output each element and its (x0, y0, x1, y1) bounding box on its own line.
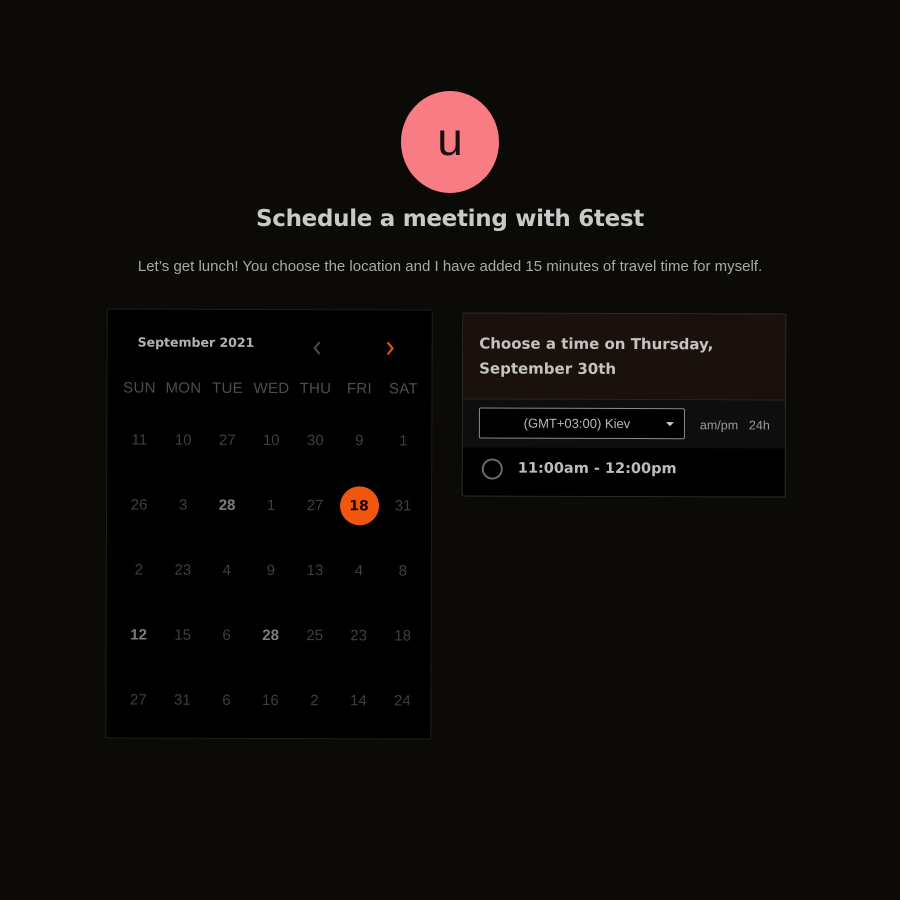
calendar-day[interactable]: 2 (292, 668, 336, 733)
format-ampm-toggle[interactable]: am/pm (700, 418, 738, 432)
calendar-day[interactable]: 24 (380, 668, 424, 733)
calendar-day[interactable]: 28 (205, 473, 249, 538)
calendar-day[interactable]: 8 (381, 538, 425, 603)
weekday-label: TUE (211, 379, 243, 397)
caret-down-icon (665, 421, 674, 426)
calendar-day-selected[interactable]: 18 (337, 473, 381, 538)
calendar-day[interactable]: 27 (293, 473, 337, 538)
time-picker-heading-line1: Choose a time on Thursday, (479, 334, 714, 354)
page-title: Schedule a meeting with 6test (255, 206, 644, 232)
calendar-day[interactable]: 28 (248, 603, 292, 668)
time-picker-header: Choose a time on Thursday, September 30t… (463, 313, 786, 401)
host-avatar: u (401, 91, 499, 193)
calendar-day[interactable]: 31 (160, 668, 204, 733)
calendar-day[interactable]: 11 (117, 407, 161, 472)
timezone-select[interactable]: (GMT+03:00) Kiev (478, 407, 685, 440)
format-24h-toggle[interactable]: 24h (749, 418, 770, 432)
calendar-day[interactable]: 27 (205, 408, 249, 473)
timezone-row: (GMT+03:00) Kiev am/pm 24h (462, 399, 786, 449)
calendar-day[interactable]: 12 (116, 602, 160, 667)
calendar-day[interactable]: 9 (249, 538, 293, 603)
chevron-left-icon[interactable] (308, 338, 328, 358)
scheduling-page: u Schedule a meeting with 6test Let’s ge… (0, 0, 900, 900)
calendar-day[interactable]: 30 (293, 408, 337, 473)
calendar-day[interactable]: 16 (248, 668, 292, 733)
calendar-weekdays: SUN MON TUE WED THU FRI SAT (117, 379, 425, 397)
timezone-value: (GMT+03:00) Kiev (523, 415, 631, 432)
time-slot-label: 11:00am - 12:00pm (517, 460, 677, 478)
calendar-month-label: September 2021 (137, 334, 255, 350)
calendar-day[interactable]: 25 (292, 603, 336, 668)
calendar-day[interactable]: 1 (249, 473, 293, 538)
weekday-label: SAT (388, 380, 418, 398)
weekday-label: MON (165, 379, 202, 397)
calendar-day[interactable]: 26 (117, 472, 161, 537)
calendar-day[interactable]: 23 (161, 538, 205, 603)
time-picker-card: Choose a time on Thursday, September 30t… (461, 312, 787, 498)
chevron-right-icon[interactable] (380, 338, 400, 358)
weekday-label: FRI (346, 380, 373, 398)
calendar-day[interactable]: 6 (204, 603, 248, 668)
calendar-day[interactable]: 13 (293, 538, 337, 603)
weekday-label: SUN (123, 379, 156, 397)
calendar-day[interactable]: 14 (336, 668, 380, 733)
page-description: Let’s get lunch! You choose the location… (137, 258, 763, 275)
avatar-initial: u (437, 113, 463, 165)
calendar-day[interactable]: 27 (116, 667, 160, 732)
calendar-day[interactable]: 6 (204, 668, 248, 733)
calendar-day[interactable]: 4 (205, 538, 249, 603)
calendar-day[interactable]: 1 (381, 408, 425, 473)
calendar-day[interactable]: 3 (161, 473, 205, 538)
calendar-day[interactable]: 10 (249, 408, 293, 473)
radio-circle-icon[interactable] (481, 458, 503, 480)
calendar-card: September 2021 SUN MON TUE WED THU FRI S… (105, 308, 433, 740)
calendar-day[interactable]: 2 (117, 537, 161, 602)
calendar-day-grid: 11 10 27 10 30 9 1 26 3 28 1 27 18 31 2 23 4 9 13 4 8 12 15 6 28… (116, 407, 425, 733)
calendar-day[interactable]: 18 (380, 603, 424, 668)
calendar-day[interactable]: 15 (160, 603, 204, 668)
calendar-day[interactable]: 23 (336, 603, 380, 668)
weekday-label: WED (253, 379, 290, 398)
calendar-day[interactable]: 4 (337, 538, 381, 603)
selected-day-label: 18 (339, 486, 379, 526)
calendar-day[interactable]: 10 (161, 408, 205, 473)
time-slot-option[interactable]: 11:00am - 12:00pm (462, 447, 785, 498)
calendar-day[interactable]: 31 (381, 473, 425, 538)
calendar-day[interactable]: 9 (337, 408, 381, 473)
weekday-label: THU (299, 380, 332, 398)
time-picker-heading-line2: September 30th (479, 359, 617, 378)
